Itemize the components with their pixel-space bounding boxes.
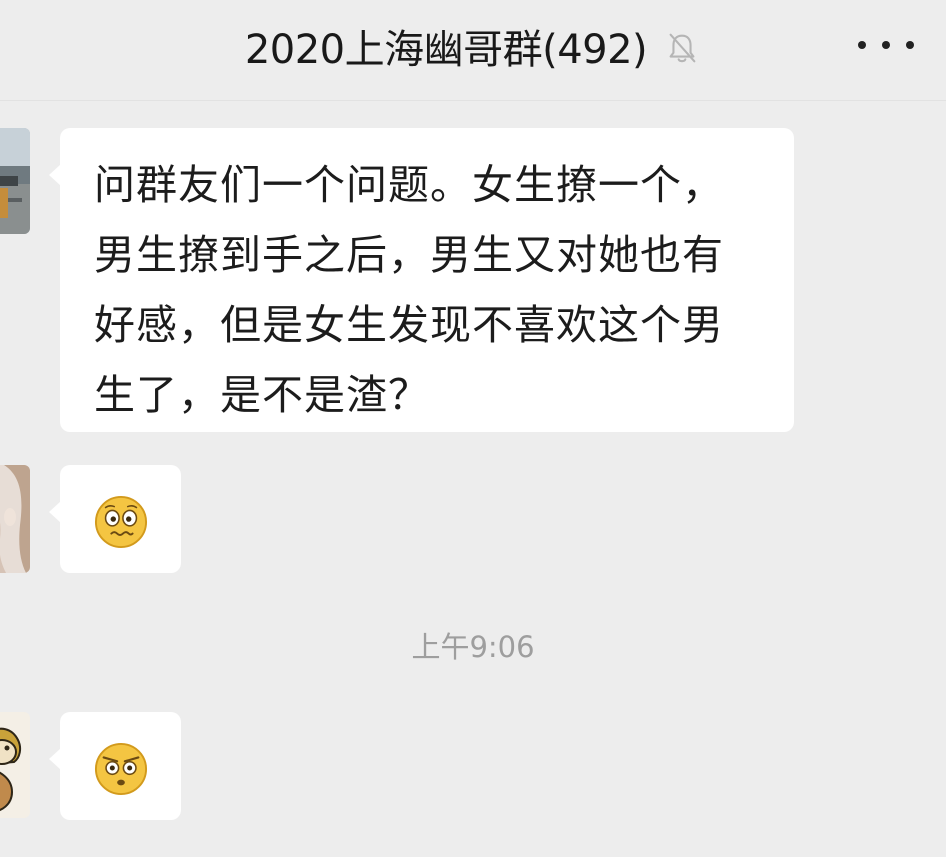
avatar[interactable] [0, 465, 30, 573]
more-options-button[interactable] [858, 30, 914, 60]
message-bubble[interactable] [49, 712, 181, 820]
title-wrap: 2020上海幽哥群(492) [0, 18, 946, 74]
more-dot-3 [906, 41, 914, 49]
avatar-girl-icon [0, 465, 30, 573]
avatar-scenery-icon [0, 128, 30, 234]
avatar[interactable] [0, 128, 30, 234]
bell-muted-icon [669, 33, 696, 63]
eye-roll-face-emoji [94, 742, 148, 796]
avatar[interactable] [0, 712, 30, 818]
awkward-face-emoji [94, 495, 148, 549]
chat-screen: 2020上海幽哥群(492) 问群友们一个问题。女生撩一个， 男生撩到手之后，男… [0, 0, 946, 857]
message-text: 问群友们一个问题。女生撩一个， 男生撩到手之后，男生又对她也有 好感，但是女生发… [94, 161, 724, 419]
message-timestamp: 上午9:06 [411, 630, 535, 664]
avatar-cartoon-dog-icon [0, 712, 30, 818]
chat-title: 2020上海幽哥群(492) [244, 27, 648, 73]
more-dot-2 [882, 41, 890, 49]
more-dots-icon [858, 41, 866, 49]
message-bubble[interactable] [49, 465, 181, 573]
message-bubble[interactable]: 问群友们一个问题。女生撩一个， 男生撩到手之后，男生又对她也有 好感，但是女生发… [49, 128, 794, 432]
chat-header: 2020上海幽哥群(492) [0, 0, 946, 101]
